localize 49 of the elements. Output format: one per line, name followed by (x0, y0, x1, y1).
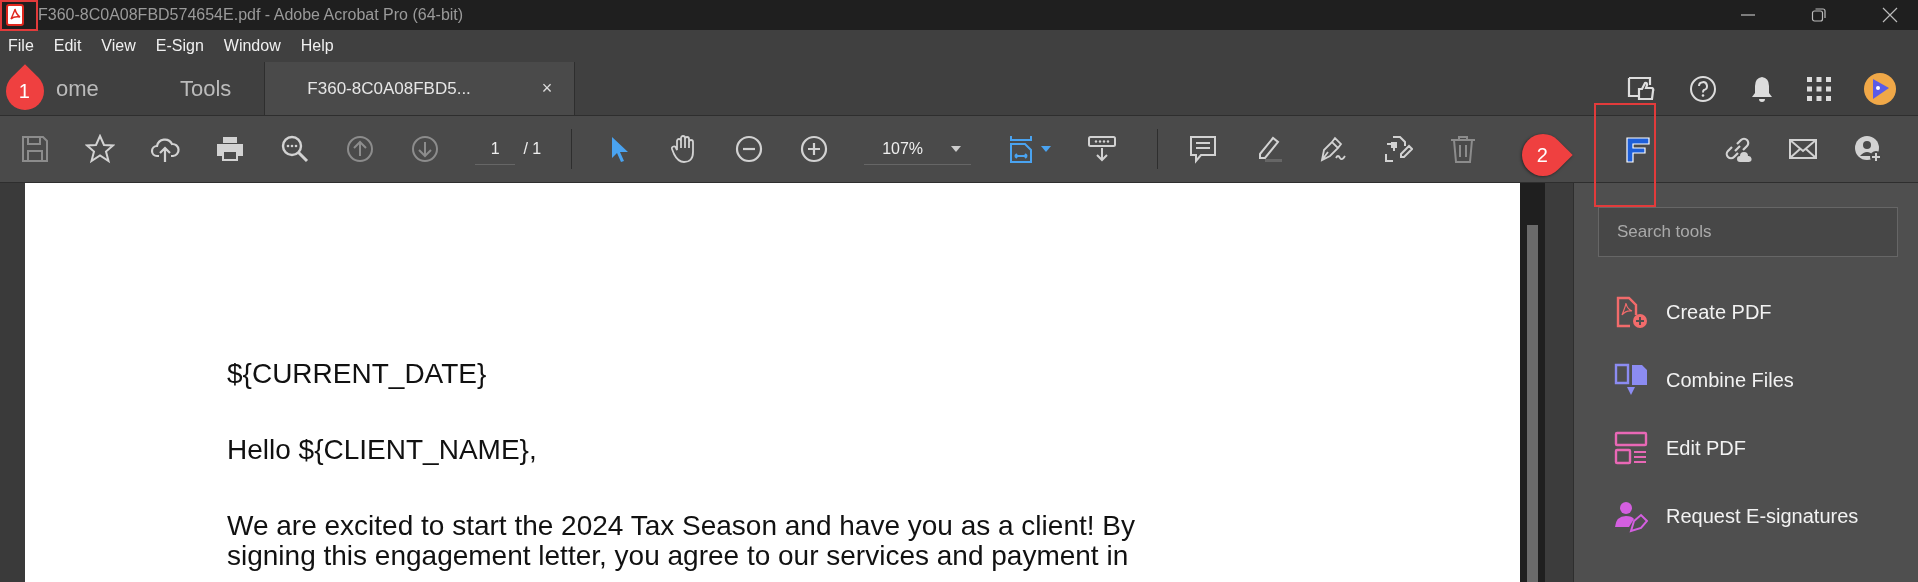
thumbs-up-icon[interactable] (1626, 74, 1656, 103)
caret-icon (1041, 146, 1052, 152)
scrollbar[interactable] (1520, 183, 1545, 582)
trash-icon[interactable] (1448, 134, 1478, 164)
zoom-out-icon[interactable] (734, 134, 765, 164)
document-edit-icon[interactable] (1383, 134, 1413, 164)
document-text: Hello ${CLIENT_NAME}, (227, 435, 538, 465)
add-user-icon[interactable] (1853, 134, 1883, 164)
pdf-file-icon (6, 4, 24, 26)
restore-icon[interactable] (1811, 7, 1827, 23)
save-icon[interactable] (20, 134, 50, 164)
scrollbar-thumb[interactable] (1527, 225, 1538, 582)
search-field[interactable]: Search tools (1598, 207, 1898, 257)
comment-icon[interactable] (1188, 134, 1218, 164)
caret-icon (951, 145, 962, 152)
tool-item[interactable]: Request E-signatures (1598, 499, 1898, 533)
menu-item[interactable]: E-Sign (155, 37, 204, 55)
close-icon[interactable] (1882, 7, 1898, 23)
menu-item[interactable]: Help (300, 37, 334, 55)
help-icon[interactable] (1689, 74, 1717, 103)
tool-item[interactable]: Create PDF (1598, 295, 1898, 329)
document-text: ${CURRENT_DATE} (227, 359, 488, 389)
highlight-frame (0, 0, 38, 31)
document-text: We are excited to start the 2024 Tax Season and have you as a client! By (227, 511, 1136, 541)
arrow-down-icon[interactable] (410, 134, 440, 164)
apps-grid-icon[interactable] (1807, 76, 1831, 101)
zoom-dropdown[interactable]: 107% (864, 133, 972, 165)
search-icon[interactable] (280, 134, 310, 164)
form-icon[interactable] (1623, 134, 1653, 164)
page-total: / 1 (523, 140, 542, 158)
tool-item[interactable]: Combine Files (1598, 363, 1898, 397)
window-title: F360-8C0A08FBD574654E.pdf - Adobe Acrobat Pro (64-bit) (38, 6, 464, 24)
menu-item[interactable]: File (8, 37, 34, 55)
printer-icon[interactable] (215, 134, 245, 164)
fit-page-button[interactable] (1007, 134, 1052, 164)
zoom-in-icon[interactable] (799, 134, 830, 164)
tab[interactable]: F360-8C0A08FBD5... × (264, 62, 576, 115)
pen-icon[interactable] (1318, 134, 1348, 164)
scroll-mode-icon[interactable] (1087, 134, 1118, 164)
document-text: signing this engagement letter, you agree to our services and payment in (227, 541, 1129, 571)
avatar-icon[interactable] (1864, 72, 1896, 105)
menu-item[interactable]: Edit (53, 37, 82, 55)
tool-item[interactable]: Edit PDF (1598, 431, 1898, 465)
page-number-field[interactable]: 1 (475, 133, 516, 165)
menu-item[interactable]: Window (223, 37, 281, 55)
arrow-up-icon[interactable] (345, 134, 375, 164)
menu-item[interactable]: View (101, 37, 136, 55)
bell-icon[interactable] (1750, 74, 1774, 103)
star-icon[interactable] (85, 134, 115, 164)
